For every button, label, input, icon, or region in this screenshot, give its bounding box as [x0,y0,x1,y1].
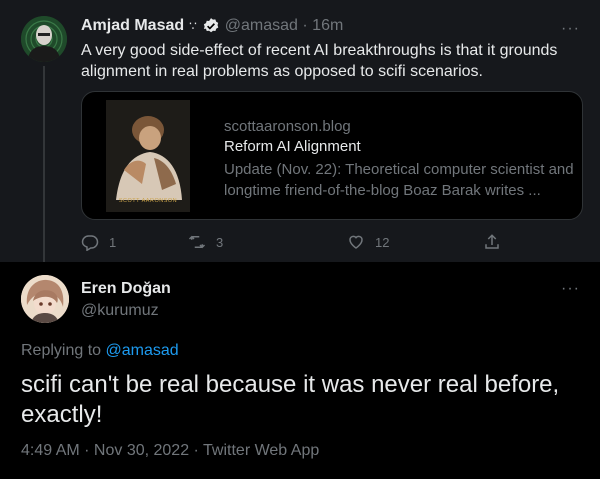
avatar-eren[interactable] [21,275,69,323]
share-icon [485,234,499,249]
share-button[interactable] [483,233,511,251]
card-domain: scottaaronson.blog [224,118,351,135]
retweet-button[interactable]: 3 [188,233,223,251]
more-icon[interactable]: ··· [561,281,580,297]
author-handle-time[interactable]: @amasad · 16m [225,17,344,35]
verified-badge-icon [203,18,219,33]
like-count: 12 [375,234,390,250]
retweet-icon [188,235,206,249]
reply-tweet-text: scifi can't be real because it was never… [21,371,560,428]
reply-author-name[interactable]: Eren Doğan [81,280,171,298]
reply-icon [81,235,99,251]
thread-connector-line [43,66,45,262]
tweet-actions: 1 3 12 [81,233,511,253]
author-name[interactable]: Amjad Masad [81,17,184,35]
card-image-caption: SCOTT AARONSON [118,198,178,204]
reply-author-handle[interactable]: @kurumuz [81,302,159,320]
parent-tweet-header: Amjad Masad ∵ @amasad · 16m [81,15,343,37]
parent-tweet[interactable]: Amjad Masad ∵ @amasad · 16m ··· A very g… [0,0,600,262]
reply-button[interactable]: 1 [81,233,116,251]
reply-count: 1 [109,234,117,250]
reply-timestamp[interactable]: 4:49 AM · Nov 30, 2022 · Twitter Web App [21,442,319,460]
retweet-count: 3 [216,234,224,250]
card-description: Update (Nov. 22): Theoretical computer s… [224,161,574,199]
replying-to: Replying to @amasad [21,342,179,360]
card-image: SCOTT AARONSON [106,100,190,212]
replying-prefix: Replying to [21,342,106,359]
like-button[interactable]: 12 [347,233,389,251]
more-icon[interactable]: ··· [561,21,580,37]
tweet-text: A very good side-effect of recent AI bre… [81,42,558,80]
card-title: Reform AI Alignment [224,138,361,155]
name-badge: ∵ [189,19,197,33]
like-icon [349,235,363,249]
link-card[interactable]: SCOTT AARONSON scottaaronson.blog Reform… [81,91,583,220]
avatar-amjad[interactable] [21,16,67,62]
replying-to-link[interactable]: @amasad [106,342,179,359]
